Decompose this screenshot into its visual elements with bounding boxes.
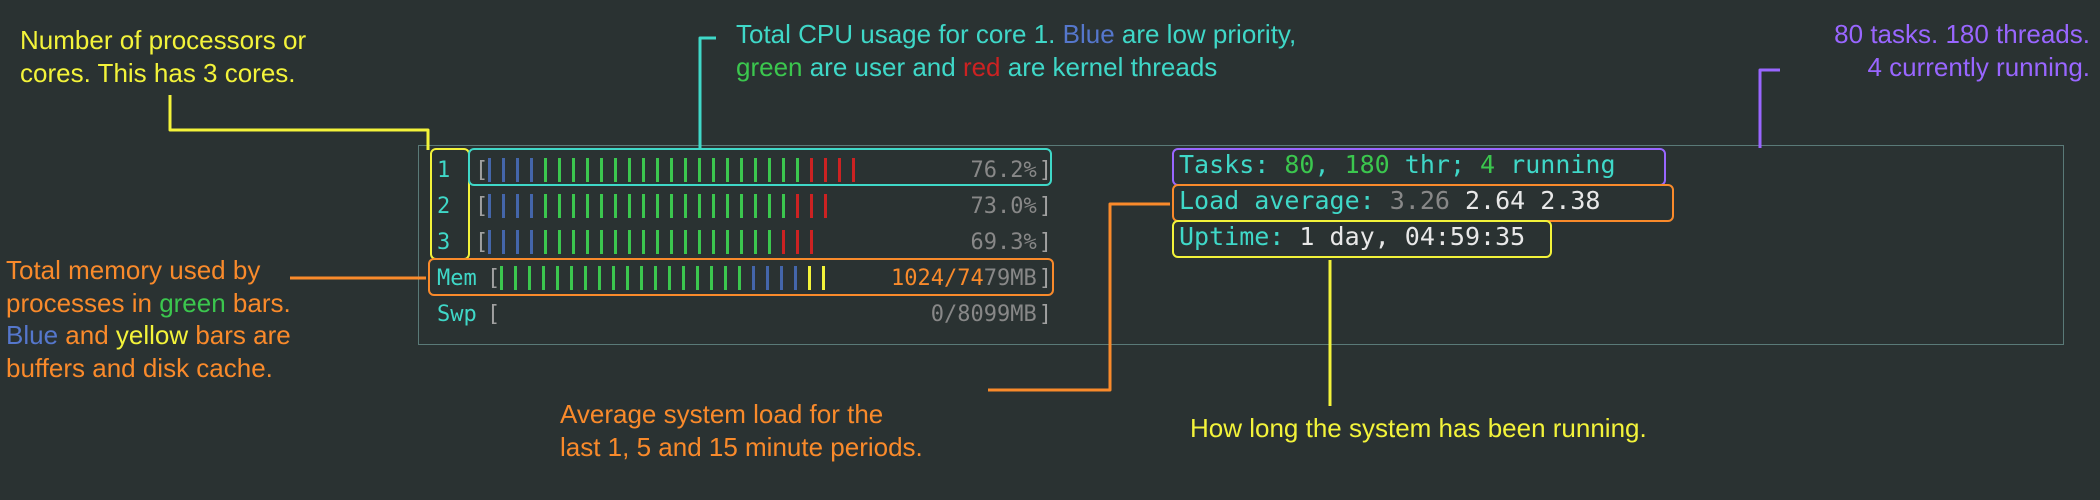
swap-meter: Swp[ 0/8099MB] (437, 296, 1052, 332)
mem-meter: Mem[ 1024/7479MB] (437, 260, 1052, 296)
summary-column: Tasks: 80, 180 thr; 4 running Load avera… (1179, 150, 1616, 258)
cpu-meters: 1[76.2%]2[73.0%]3[69.3%] (437, 152, 1052, 260)
cpu-meter-2: 2[73.0%] (437, 188, 1052, 224)
annot-cores: Number of processors or cores. This has … (20, 24, 306, 89)
htop-header-panel: 1[76.2%]2[73.0%]3[69.3%] Mem[ 1024/7479M… (418, 145, 2064, 345)
annot-mem: Total memory used by processes in green … (6, 254, 291, 384)
annot-load: Average system load for the last 1, 5 an… (560, 398, 923, 463)
tasks-line: Tasks: 80, 180 thr; 4 running (1179, 150, 1616, 186)
uptime-line: Uptime: 1 day, 04:59:35 (1179, 222, 1616, 258)
annot-cpu: Total CPU usage for core 1. Blue are low… (736, 18, 1296, 83)
load-line: Load average: 3.26 2.64 2.38 (1179, 186, 1616, 222)
annot-uptime: How long the system has been running. (1190, 412, 1647, 445)
cpu-meter-1: 1[76.2%] (437, 152, 1052, 188)
cpu-meter-3: 3[69.3%] (437, 224, 1052, 260)
annot-tasks: 80 tasks. 180 threads. 4 currently runni… (1790, 18, 2090, 83)
